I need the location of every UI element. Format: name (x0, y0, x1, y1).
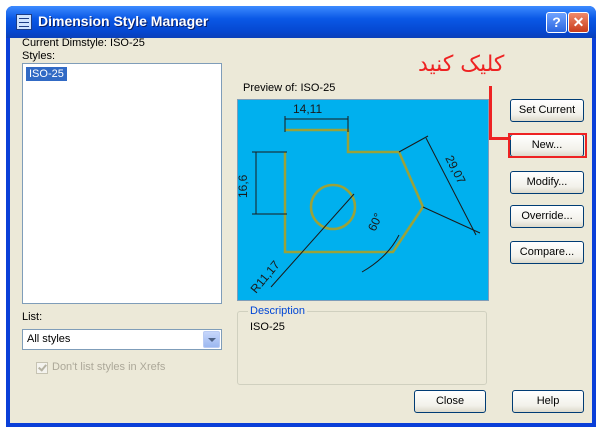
style-preview: 14,11 16,6 60° 29,07 R11,17 (237, 99, 489, 301)
xrefs-checkbox[interactable] (36, 362, 48, 374)
styles-listbox[interactable]: ISO-25 (22, 63, 222, 304)
dim-text-right: 29,07 (442, 153, 468, 186)
set-current-button[interactable]: Set Current (510, 99, 584, 122)
dimension-style-icon (16, 14, 32, 30)
preview-drawing: 14,11 16,6 60° 29,07 R11,17 (238, 102, 481, 296)
list-dropdown-value: All styles (27, 333, 71, 345)
description-value: ISO-25 (250, 321, 285, 333)
title-bar[interactable]: Dimension Style Manager ? ✕ (6, 6, 596, 38)
chevron-down-icon[interactable] (203, 331, 220, 348)
dim-arc-angle (361, 234, 400, 273)
override-button[interactable]: Override... (510, 205, 584, 228)
list-dropdown[interactable]: All styles (22, 329, 222, 350)
dim-text-radius: R11,17 (248, 258, 283, 296)
description-title: Description (248, 305, 308, 317)
dim-line-radius (270, 193, 355, 288)
part-outline (283, 128, 425, 254)
window-title: Dimension Style Manager (38, 13, 209, 29)
style-item-iso-25[interactable]: ISO-25 (26, 67, 67, 81)
dim-text-angle: 60° (365, 211, 385, 234)
click-annotation-text: کلیک کنید (418, 52, 505, 77)
help-title-button[interactable]: ? (546, 12, 567, 33)
close-title-button[interactable]: ✕ (568, 12, 589, 33)
xrefs-checkbox-label: Don't list styles in Xrefs (52, 361, 166, 373)
dim-line-right (425, 137, 477, 236)
close-button[interactable]: Close (414, 390, 486, 413)
help-button[interactable]: Help (512, 390, 584, 413)
compare-button[interactable]: Compare... (510, 241, 584, 264)
dim-text-top: 14,11 (293, 102, 322, 116)
dim-text-left: 16,6 (238, 174, 250, 198)
preview-label: Preview of: ISO-25 (243, 82, 336, 94)
part-hole (309, 183, 357, 231)
list-label: List: (22, 311, 43, 323)
annotation-pointer-vertical (489, 86, 492, 139)
new-button-highlight (508, 133, 587, 158)
description-group: Description ISO-25 (237, 305, 487, 385)
styles-label: Styles: (22, 50, 56, 62)
current-dimstyle-label: Current Dimstyle: ISO-25 (22, 37, 145, 49)
modify-button[interactable]: Modify... (510, 171, 584, 194)
